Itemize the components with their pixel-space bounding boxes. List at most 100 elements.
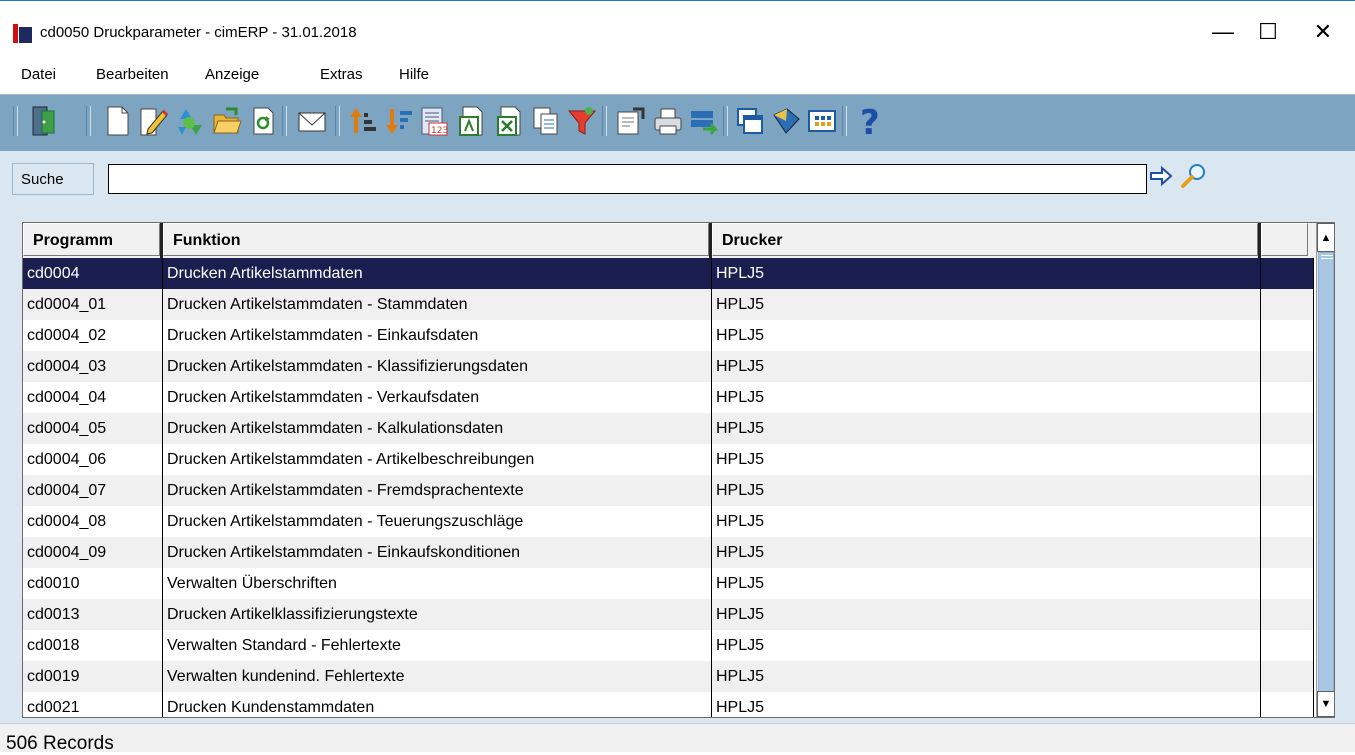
magnifier-icon[interactable] xyxy=(1178,162,1208,190)
cell-extra[interactable] xyxy=(1261,258,1314,289)
transfer-icon[interactable] xyxy=(688,104,720,138)
scroll-up-button[interactable]: ▲ xyxy=(1317,223,1334,252)
label-icon[interactable] xyxy=(770,104,802,138)
cell-drucker[interactable]: HPLJ5 xyxy=(712,692,1261,717)
table-row[interactable]: cd0004_09 Drucken Artikelstammdaten - Ein… xyxy=(23,537,1314,568)
menu-anzeige[interactable]: Anzeige xyxy=(205,66,259,83)
cell-funktion[interactable]: Verwalten kundenind. Fehlertexte xyxy=(163,661,712,692)
cell-drucker[interactable]: HPLJ5 xyxy=(712,413,1261,444)
cell-funktion[interactable]: Verwalten Überschriften xyxy=(163,568,712,599)
menu-hilfe[interactable]: Hilfe xyxy=(399,66,429,83)
sort-descending-icon[interactable] xyxy=(383,104,415,138)
cell-funktion[interactable]: Drucken Artikelstammdaten - Klassifizier… xyxy=(163,351,712,382)
vertical-scrollbar[interactable]: ▲ ▼ xyxy=(1316,223,1334,717)
cell-extra[interactable] xyxy=(1261,351,1314,382)
cell-extra[interactable] xyxy=(1261,568,1314,599)
menu-bearbeiten[interactable]: Bearbeiten xyxy=(96,66,169,83)
close-button[interactable]: ✕ xyxy=(1300,14,1346,50)
cell-funktion[interactable]: Drucken Artikelstammdaten - Fremdsprache… xyxy=(163,475,712,506)
cell-funktion[interactable]: Drucken Artikelstammdaten - Einkaufskond… xyxy=(163,537,712,568)
cell-funktion[interactable]: Drucken Artikelklassifizierungstexte xyxy=(163,599,712,630)
column-divider[interactable] xyxy=(1258,223,1261,258)
cell-extra[interactable] xyxy=(1261,382,1314,413)
recycle-icon[interactable] xyxy=(173,104,205,138)
cell-drucker[interactable]: HPLJ5 xyxy=(712,289,1261,320)
properties-icon[interactable] xyxy=(614,104,646,138)
table-row[interactable]: cd0004_01 Drucken Artikelstammdaten - Sta… xyxy=(23,289,1314,320)
cell-extra[interactable] xyxy=(1261,320,1314,351)
cell-programm[interactable]: cd0004 xyxy=(23,258,163,289)
numbered-list-icon[interactable]: 123 xyxy=(418,104,450,138)
minimize-button[interactable]: — xyxy=(1200,14,1246,50)
scroll-thumb[interactable] xyxy=(1318,252,1334,692)
table-row[interactable]: cd0004_02 Drucken Artikelstammdaten - Ein… xyxy=(23,320,1314,351)
menu-datei[interactable]: Datei xyxy=(21,66,56,83)
edit-pencil-icon[interactable] xyxy=(137,104,169,138)
cell-extra[interactable] xyxy=(1261,444,1314,475)
cell-drucker[interactable]: HPLJ5 xyxy=(712,320,1261,351)
cell-funktion[interactable]: Drucken Artikelstammdaten - Teuerungszus… xyxy=(163,506,712,537)
cell-funktion[interactable]: Drucken Artikelstammdaten - Stammdaten xyxy=(163,289,712,320)
table-row[interactable]: cd0004_05 Drucken Artikelstammdaten - Kal… xyxy=(23,413,1314,444)
cell-programm[interactable]: cd0013 xyxy=(23,599,163,630)
column-header-drucker[interactable]: Drucker xyxy=(712,223,1258,256)
filter-icon[interactable] xyxy=(566,104,598,138)
column-header-funktion[interactable]: Funktion xyxy=(163,223,709,256)
cell-funktion[interactable]: Drucken Kundenstammdaten xyxy=(163,692,712,717)
cell-programm[interactable]: cd0004_08 xyxy=(23,506,163,537)
cell-drucker[interactable]: HPLJ5 xyxy=(712,258,1261,289)
windows-icon[interactable] xyxy=(734,104,766,138)
column-header-extra[interactable] xyxy=(1261,223,1308,256)
maximize-button[interactable]: ☐ xyxy=(1245,14,1291,50)
cell-programm[interactable]: cd0018 xyxy=(23,630,163,661)
table-row[interactable]: cd0004_04 Drucken Artikelstammdaten - Ver… xyxy=(23,382,1314,413)
help-icon[interactable]: ? xyxy=(855,104,887,138)
cell-programm[interactable]: cd0004_03 xyxy=(23,351,163,382)
table-row[interactable]: cd0004_06 Drucken Artikelstammdaten - Art… xyxy=(23,444,1314,475)
copy-icon[interactable] xyxy=(530,104,562,138)
cell-programm[interactable]: cd0004_05 xyxy=(23,413,163,444)
cell-programm[interactable]: cd0004_06 xyxy=(23,444,163,475)
cell-extra[interactable] xyxy=(1261,506,1314,537)
envelope-icon[interactable] xyxy=(296,104,328,138)
cell-programm[interactable]: cd0021 xyxy=(23,692,163,717)
cell-funktion[interactable]: Verwalten Standard - Fehlertexte xyxy=(163,630,712,661)
table-row[interactable]: cd0004_07 Drucken Artikelstammdaten - Fre… xyxy=(23,475,1314,506)
menu-extras[interactable]: Extras xyxy=(320,66,363,83)
exit-door-icon[interactable] xyxy=(28,104,60,138)
column-divider[interactable] xyxy=(709,223,712,258)
cell-drucker[interactable]: HPLJ5 xyxy=(712,506,1261,537)
table-row[interactable]: cd0013 Drucken Artikelklassifizierungstex… xyxy=(23,599,1314,630)
sort-ascending-icon[interactable] xyxy=(347,104,379,138)
export-pdf-icon[interactable] xyxy=(456,104,488,138)
cell-drucker[interactable]: HPLJ5 xyxy=(712,444,1261,475)
cell-programm[interactable]: cd0004_09 xyxy=(23,537,163,568)
cell-extra[interactable] xyxy=(1261,630,1314,661)
cell-drucker[interactable]: HPLJ5 xyxy=(712,382,1261,413)
cell-drucker[interactable]: HPLJ5 xyxy=(712,661,1261,692)
cell-extra[interactable] xyxy=(1261,413,1314,444)
cell-drucker[interactable]: HPLJ5 xyxy=(712,568,1261,599)
cell-programm[interactable]: cd0004_01 xyxy=(23,289,163,320)
new-document-icon[interactable] xyxy=(101,104,133,138)
search-input[interactable] xyxy=(108,164,1147,194)
cell-programm[interactable]: cd0010 xyxy=(23,568,163,599)
refresh-icon[interactable] xyxy=(247,104,279,138)
export-excel-icon[interactable] xyxy=(494,104,526,138)
cell-programm[interactable]: cd0004_04 xyxy=(23,382,163,413)
table-row[interactable]: cd0004_03 Drucken Artikelstammdaten - Kla… xyxy=(23,351,1314,382)
arrow-right-icon[interactable] xyxy=(1148,164,1174,188)
table-view-icon[interactable] xyxy=(806,104,838,138)
column-header-programm[interactable]: Programm xyxy=(23,223,160,256)
cell-funktion[interactable]: Drucken Artikelstammdaten xyxy=(163,258,712,289)
cell-extra[interactable] xyxy=(1261,692,1314,717)
printer-icon[interactable] xyxy=(652,104,684,138)
column-divider[interactable] xyxy=(160,223,163,258)
cell-funktion[interactable]: Drucken Artikelstammdaten - Einkaufsdate… xyxy=(163,320,712,351)
table-row[interactable]: cd0004 Drucken Artikelstammdaten HPLJ5 xyxy=(23,258,1314,289)
scroll-down-button[interactable]: ▼ xyxy=(1317,691,1334,717)
cell-drucker[interactable]: HPLJ5 xyxy=(712,537,1261,568)
open-folder-icon[interactable] xyxy=(211,104,243,138)
table-row[interactable]: cd0021 Drucken Kundenstammdaten HPLJ5 xyxy=(23,692,1314,717)
cell-programm[interactable]: cd0004_02 xyxy=(23,320,163,351)
